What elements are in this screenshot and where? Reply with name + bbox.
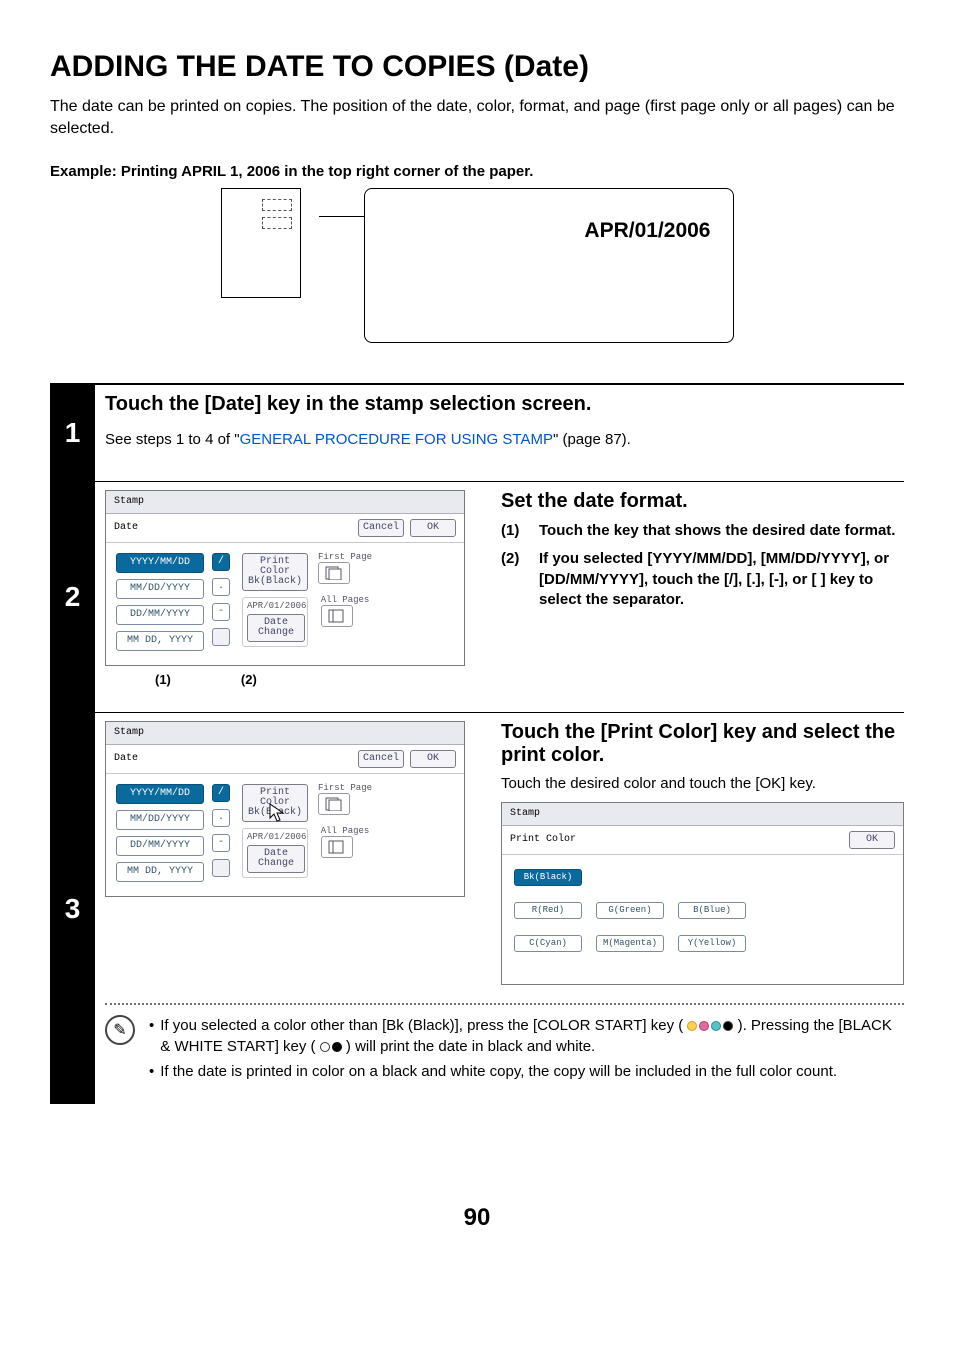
first-page-label: First Page: [318, 553, 372, 562]
format-yyyymmdd-3[interactable]: YYYY/MM/DD: [116, 784, 204, 804]
format-mmdd-yyyy-3[interactable]: MM DD, YYYY: [116, 862, 204, 882]
format-mmddyyyy[interactable]: MM/DD/YYYY: [116, 579, 204, 599]
step-3: 3 Stamp Date Cancel OK YYYY/MM/DD: [50, 713, 904, 1104]
format-mmddyyyy-3[interactable]: MM/DD/YYYY: [116, 810, 204, 830]
panel-subtitle: Date: [114, 523, 352, 533]
date-format-panel: Stamp Date Cancel OK YYYY/MM/DD MM/DD/YY…: [105, 490, 465, 666]
notes-block: ✎ • If you selected a color other than […: [105, 1015, 904, 1086]
step-1-title: Touch the [Date] key in the stamp select…: [105, 393, 904, 416]
sep-dot[interactable]: .: [212, 578, 230, 596]
cancel-button-3[interactable]: Cancel: [358, 750, 404, 768]
step-1-num: 1: [50, 385, 95, 481]
example-figure: APR/01/2006: [50, 188, 904, 343]
small-sheet: [221, 188, 301, 298]
format-ddmmyyyy-3[interactable]: DD/MM/YYYY: [116, 836, 204, 856]
note-1: • If you selected a color other than [Bk…: [149, 1015, 904, 1057]
intro-text: The date can be printed on copies. The p…: [50, 96, 904, 139]
color-y[interactable]: Y(Yellow): [678, 935, 746, 952]
step-3-title: Touch the [Print Color] key and select t…: [501, 721, 904, 767]
date-change-button-3[interactable]: Date Change: [247, 845, 305, 873]
all-pages-label: All Pages: [321, 596, 370, 605]
step-2-sub-1: (1) Touch the key that shows the desired…: [501, 521, 904, 541]
ok-button-3[interactable]: OK: [410, 750, 456, 768]
first-page-icon[interactable]: [318, 562, 350, 584]
color-panel-title: Stamp: [502, 803, 903, 826]
example-date: APR/01/2006: [584, 219, 710, 242]
format-ddmmyyyy[interactable]: DD/MM/YYYY: [116, 605, 204, 625]
date-panel-step3: Stamp Date Cancel OK YYYY/MM/DD MM/DD/YY…: [105, 721, 465, 897]
pencil-icon: ✎: [105, 1015, 135, 1045]
step-2: 2 Stamp Date Cancel OK YYYY/MM/DD: [50, 482, 904, 712]
color-g[interactable]: G(Green): [596, 902, 664, 919]
all-pages-icon[interactable]: [321, 605, 353, 627]
step-1: 1 Touch the [Date] key in the stamp sele…: [50, 385, 904, 481]
sep-space[interactable]: [212, 628, 230, 646]
print-color-button[interactable]: Print Color Bk(Black): [242, 553, 308, 591]
sep-space-3[interactable]: [212, 859, 230, 877]
large-sheet: APR/01/2006: [364, 188, 734, 343]
separator-column: / . -: [212, 553, 230, 651]
format-mmdd-yyyy[interactable]: MM DD, YYYY: [116, 631, 204, 651]
color-panel-sub: Print Color: [510, 835, 843, 845]
sep-dash[interactable]: -: [212, 603, 230, 621]
panel-title-3: Stamp: [106, 722, 464, 745]
color-bk[interactable]: Bk(Black): [514, 869, 582, 886]
page-column: First Page All Pages: [318, 553, 372, 651]
format-column: YYYY/MM/DD MM/DD/YYYY DD/MM/YYYY MM DD, …: [116, 553, 204, 651]
sep-dot-3[interactable]: .: [212, 809, 230, 827]
print-color-button-3[interactable]: Print Color Bk(Black): [242, 784, 308, 822]
step-1-sub: See steps 1 to 4 of "GENERAL PROCEDURE F…: [105, 431, 904, 448]
color-m[interactable]: M(Magenta): [596, 935, 664, 952]
format-yyyymmdd[interactable]: YYYY/MM/DD: [116, 553, 204, 573]
step-3-num: 3: [50, 713, 95, 1104]
color-r[interactable]: R(Red): [514, 902, 582, 919]
date-value: APR/01/2006: [247, 602, 303, 611]
callout-labels: (1) (2): [105, 672, 465, 687]
sep-slash[interactable]: /: [212, 553, 230, 571]
bw-start-dots-icon: [320, 1042, 342, 1052]
step-2-sub-2: (2) If you selected [YYYY/MM/DD], [MM/DD…: [501, 549, 904, 610]
all-pages-icon-3[interactable]: [321, 836, 353, 858]
note-2: • If the date is printed in color on a b…: [149, 1061, 904, 1082]
date-change-button[interactable]: Date Change: [247, 614, 305, 642]
panel-title: Stamp: [106, 491, 464, 514]
step-2-num: 2: [50, 482, 95, 712]
color-c[interactable]: C(Cyan): [514, 935, 582, 952]
step-3-sub: Touch the desired color and touch the [O…: [501, 775, 904, 792]
example-label: Example: Printing APRIL 1, 2006 in the t…: [50, 163, 904, 180]
ok-button[interactable]: OK: [410, 519, 456, 537]
page-number: 90: [50, 1204, 904, 1232]
sep-slash-3[interactable]: /: [212, 784, 230, 802]
color-start-dots-icon: [687, 1021, 733, 1031]
color-b[interactable]: B(Blue): [678, 902, 746, 919]
date-value-3: APR/01/2006: [247, 833, 303, 842]
print-color-panel: Stamp Print Color OK Bk(Black) R(Red) G(: [501, 802, 904, 985]
color-ok-button[interactable]: OK: [849, 831, 895, 849]
sep-dash-3[interactable]: -: [212, 834, 230, 852]
step-2-title: Set the date format.: [501, 490, 904, 513]
cursor-icon: [269, 803, 287, 823]
stamp-procedure-link[interactable]: GENERAL PROCEDURE FOR USING STAMP: [240, 431, 553, 448]
info-column: Print Color Bk(Black) APR/01/2006 Date C…: [242, 553, 308, 651]
cancel-button[interactable]: Cancel: [358, 519, 404, 537]
panel-subtitle-3: Date: [114, 754, 352, 764]
page-title: ADDING THE DATE TO COPIES (Date): [50, 50, 904, 84]
first-page-icon-3[interactable]: [318, 793, 350, 815]
